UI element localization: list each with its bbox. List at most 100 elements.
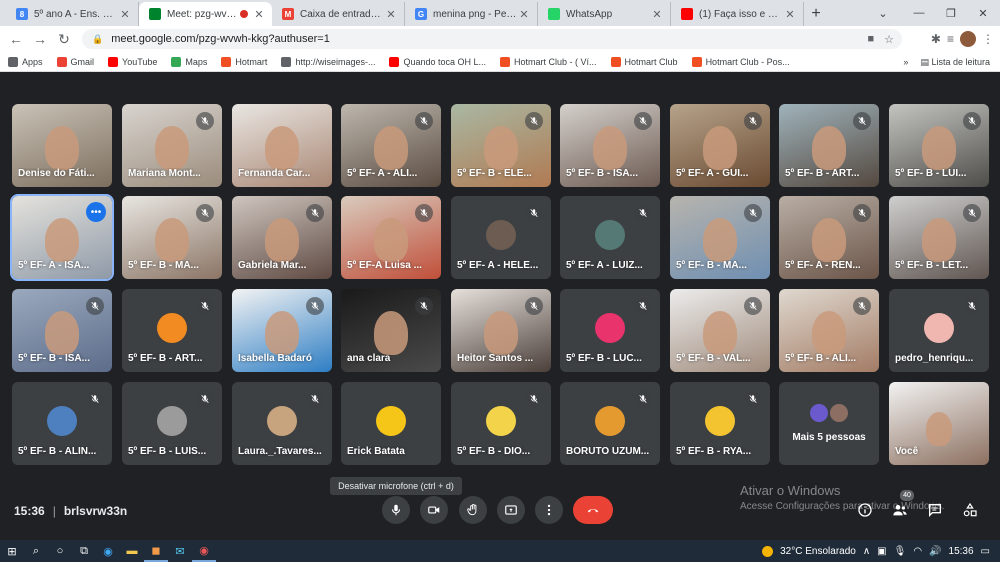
close-tab-icon[interactable]: ✕: [118, 8, 132, 21]
participant-tile[interactable]: 5º EF- A - HELE...: [451, 196, 551, 279]
participant-tile[interactable]: 5º EF- B - VAL...: [670, 289, 770, 372]
bookmark-item[interactable]: Gmail: [56, 56, 94, 67]
bookmark-item[interactable]: YouTube: [108, 56, 157, 67]
participant-tile[interactable]: 5º EF- B - ALI...: [779, 289, 879, 372]
participant-tile[interactable]: 5º EF- B - ISA...: [12, 289, 112, 372]
participant-tile[interactable]: 5º EF- B - DIO...: [451, 382, 551, 465]
bookmark-item[interactable]: Quando toca OH L...: [389, 56, 486, 67]
close-tab-icon[interactable]: ✕: [650, 8, 664, 21]
browser-tab[interactable]: (1) Faça isso e descubr✕: [671, 2, 804, 26]
participant-tile[interactable]: 5º EF- B - ISA...: [560, 104, 660, 187]
file-explorer-icon[interactable]: ▬: [120, 540, 144, 562]
task-view-icon[interactable]: ⧉: [72, 540, 96, 562]
participant-tile[interactable]: Isabella Badaró: [232, 289, 332, 372]
bookmarks-overflow-button[interactable]: »: [903, 57, 908, 67]
cortana-icon[interactable]: ○: [48, 540, 72, 562]
participant-tile[interactable]: 5º EF- A - GUI...: [670, 104, 770, 187]
participant-tile[interactable]: Denise do Fáti...: [12, 104, 112, 187]
participant-tile[interactable]: 5º EF- B - LUC...: [560, 289, 660, 372]
browser-tab[interactable]: Meet: pzg-wvwh-k ✕: [139, 2, 272, 26]
participant-tile[interactable]: 5º EF- B - LUI...: [889, 104, 989, 187]
participant-tile[interactable]: BORUTO UZUM...: [560, 382, 660, 465]
participant-tile[interactable]: 5º EF- B - ART...: [122, 289, 222, 372]
participant-tile[interactable]: 5º EF- B - RYA...: [670, 382, 770, 465]
reading-list-button[interactable]: ▤ Lista de leitura: [920, 57, 990, 68]
browser-tab[interactable]: Gmenina png - Pesquisa✕: [405, 2, 538, 26]
minimize-button[interactable]: —: [904, 0, 934, 26]
meeting-code[interactable]: brlsvrw33n: [64, 504, 127, 518]
browser-tab[interactable]: WhatsApp ✕: [538, 2, 671, 26]
lock-icon[interactable]: 🔒: [92, 34, 103, 45]
participant-tile[interactable]: 5º EF- B - ART...: [779, 104, 879, 187]
close-tab-icon[interactable]: ✕: [517, 8, 531, 21]
participant-tile[interactable]: 5º EF- B - MA...: [670, 196, 770, 279]
bookmark-item[interactable]: Hotmart Club - Pos...: [691, 56, 790, 67]
tile-options-icon[interactable]: •••: [86, 202, 106, 222]
close-tab-icon[interactable]: ✕: [783, 8, 797, 21]
mic-tray-icon[interactable]: 🎙: [894, 546, 907, 557]
extensions-icon[interactable]: ✱: [931, 32, 941, 46]
more-options-button[interactable]: [535, 496, 563, 524]
participant-tile[interactable]: Laura._.Tavares...: [232, 382, 332, 465]
activities-button[interactable]: [960, 500, 980, 520]
participant-tile[interactable]: pedro_henriqu...: [889, 289, 989, 372]
taskbar-clock[interactable]: 15:36: [949, 546, 974, 557]
reload-icon[interactable]: ↻: [52, 27, 76, 51]
participant-tile[interactable]: Erick Batata: [341, 382, 441, 465]
participant-tile[interactable]: 5º EF- A - REN...: [779, 196, 879, 279]
participant-tile[interactable]: 5º EF- B - MA...: [122, 196, 222, 279]
self-view-tile[interactable]: Você: [889, 382, 989, 465]
participant-tile[interactable]: ana clara: [341, 289, 441, 372]
raise-hand-button[interactable]: [459, 496, 487, 524]
participant-tile[interactable]: 5º EF- B - ELE...: [451, 104, 551, 187]
windows-start-icon[interactable]: ⊞: [0, 540, 24, 562]
close-tab-icon[interactable]: ✕: [252, 8, 266, 21]
participant-tile[interactable]: Fernanda Car...: [232, 104, 332, 187]
bookmark-item[interactable]: Maps: [171, 56, 207, 67]
address-bar[interactable]: 🔒 meet.google.com/pzg-wvwh-kkg?authuser=…: [82, 29, 902, 49]
browser-tab[interactable]: M Caixa de entrada (495)✕: [272, 2, 405, 26]
new-tab-button[interactable]: +: [804, 2, 828, 26]
chevron-up-icon[interactable]: ∧: [863, 546, 870, 557]
close-tab-icon[interactable]: ✕: [384, 8, 398, 21]
microphone-button[interactable]: [382, 496, 410, 524]
bookmark-item[interactable]: Hotmart: [221, 56, 267, 67]
tab-search-icon[interactable]: ⌄: [868, 0, 898, 26]
participant-tile[interactable]: Mariana Mont...: [122, 104, 222, 187]
back-icon[interactable]: ←: [4, 27, 28, 51]
media-icon[interactable]: ≡: [947, 32, 954, 46]
edge-icon[interactable]: ◉: [96, 540, 120, 562]
app-icon-orange[interactable]: ◼: [144, 540, 168, 562]
bookmark-item[interactable]: http://wiseimages-...: [281, 56, 375, 67]
wifi-icon[interactable]: ◠: [913, 546, 922, 557]
camera-icon[interactable]: ■: [867, 33, 874, 45]
bookmark-item[interactable]: Hotmart Club - ( Ví...: [500, 56, 597, 67]
camera-button[interactable]: [420, 496, 448, 524]
volume-icon[interactable]: 🔊: [929, 546, 941, 557]
chrome-icon[interactable]: ◉: [192, 540, 216, 562]
bookmark-item[interactable]: Hotmart Club: [610, 56, 678, 67]
star-icon[interactable]: ☆: [884, 33, 894, 46]
participant-tile[interactable]: 5º EF- B - ALIN...: [12, 382, 112, 465]
present-button[interactable]: [497, 496, 525, 524]
participant-tile[interactable]: 5º EF-A Luisa ...: [341, 196, 441, 279]
participant-tile[interactable]: Gabriela Mar...: [232, 196, 332, 279]
browser-tab[interactable]: 8 5º ano A - Ens. Fundam✕: [6, 2, 139, 26]
participant-tile[interactable]: 5º EF- B - LUÍS...: [122, 382, 222, 465]
close-window-button[interactable]: ✕: [968, 0, 998, 26]
participant-tile[interactable]: 5º EF- A - ALI...: [341, 104, 441, 187]
forward-icon[interactable]: →: [28, 27, 52, 51]
participant-tile[interactable]: ••• 5º EF- A - ISA...: [10, 194, 114, 281]
participant-tile[interactable]: Heitor Santos ...: [451, 289, 551, 372]
participant-tile[interactable]: 5º EF- B - LET...: [889, 196, 989, 279]
more-people-tile[interactable]: Mais 5 pessoas: [779, 382, 879, 465]
menu-icon[interactable]: ⋮: [982, 32, 994, 46]
search-icon[interactable]: ⌕: [24, 540, 48, 562]
weather-text[interactable]: 32°C Ensolarado: [780, 546, 856, 557]
participant-tile[interactable]: 5º EF- A - LUÍZ...: [560, 196, 660, 279]
network-tray-icon[interactable]: ▣: [877, 546, 886, 557]
mail-icon[interactable]: ✉: [168, 540, 192, 562]
profile-avatar[interactable]: [960, 31, 976, 47]
maximize-button[interactable]: ❐: [936, 0, 966, 26]
leave-call-button[interactable]: [573, 496, 613, 524]
